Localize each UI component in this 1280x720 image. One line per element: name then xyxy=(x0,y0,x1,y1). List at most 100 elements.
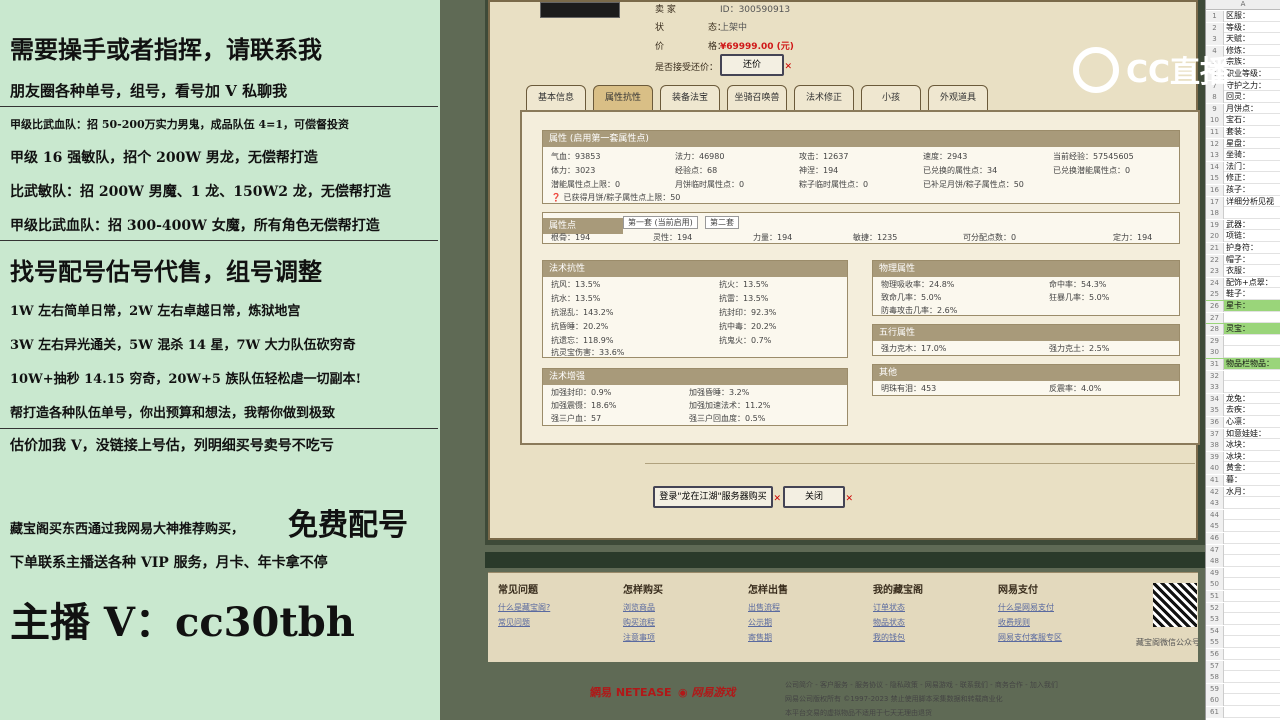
footer-link[interactable]: 物品状态 xyxy=(873,617,923,628)
table-row[interactable]: 59 xyxy=(1206,683,1280,695)
table-row[interactable]: 9 月饼点： xyxy=(1206,103,1280,115)
close-button[interactable]: 关闭 ✕ xyxy=(783,486,853,508)
row-cell[interactable]: 护身符： xyxy=(1224,243,1258,252)
footer-link[interactable]: 寄售期 xyxy=(748,632,788,643)
bargain-button[interactable]: 还价 ✕ xyxy=(720,54,792,76)
row-cell[interactable]: 鞋子： xyxy=(1224,289,1250,298)
table-row[interactable]: 50 xyxy=(1206,578,1280,591)
column-header[interactable]: A xyxy=(1206,0,1280,10)
row-cell[interactable] xyxy=(1224,521,1226,530)
row-cell[interactable] xyxy=(1224,649,1226,658)
table-row[interactable]: 2 等级： xyxy=(1206,22,1280,34)
row-cell[interactable]: 帽子： xyxy=(1224,255,1250,264)
row-cell[interactable] xyxy=(1224,626,1226,635)
row-cell[interactable]: 心凛： xyxy=(1224,417,1250,426)
table-row[interactable]: 24 配饰+点翠： xyxy=(1206,277,1280,289)
tab-basic[interactable]: 基本信息 xyxy=(526,85,586,111)
row-cell[interactable]: 冰块： xyxy=(1224,452,1250,461)
footer-link[interactable]: 购买流程 xyxy=(623,617,663,628)
table-row[interactable]: 25 鞋子： xyxy=(1206,288,1280,301)
table-row[interactable]: 38 冰块： xyxy=(1206,439,1280,452)
row-cell[interactable]: 月饼点： xyxy=(1224,104,1258,113)
row-cell[interactable]: 水月： xyxy=(1224,487,1250,496)
row-cell[interactable]: 衣服： xyxy=(1224,266,1250,275)
footer-link[interactable]: 我的钱包 xyxy=(873,632,923,643)
tab-magic[interactable]: 法术修正 xyxy=(794,85,854,111)
row-cell[interactable] xyxy=(1224,336,1226,345)
row-cell[interactable] xyxy=(1224,603,1226,612)
row-cell[interactable]: 星卡： xyxy=(1224,301,1250,310)
row-cell[interactable] xyxy=(1224,347,1226,356)
row-cell[interactable]: 物品栏物品： xyxy=(1224,359,1274,368)
table-row[interactable]: 46 xyxy=(1206,532,1280,544)
table-row[interactable]: 23 衣服： xyxy=(1206,265,1280,278)
table-row[interactable]: 44 xyxy=(1206,509,1280,521)
points-tab-first[interactable]: 第一套 (当前启用) xyxy=(623,216,698,229)
table-row[interactable]: 31 物品栏物品： xyxy=(1206,358,1280,370)
tab-mounts[interactable]: 坐骑召唤兽 xyxy=(727,85,787,111)
table-row[interactable]: 60 xyxy=(1206,694,1280,707)
table-row[interactable]: 48 xyxy=(1206,555,1280,568)
table-row[interactable]: 40 黄金： xyxy=(1206,462,1280,475)
footer-link[interactable]: 什么是藏宝阁? xyxy=(498,602,550,613)
table-row[interactable]: 34 龙兔： xyxy=(1206,393,1280,405)
table-row[interactable]: 27 xyxy=(1206,312,1280,324)
row-cell[interactable]: 龙兔： xyxy=(1224,394,1250,403)
row-cell[interactable] xyxy=(1224,498,1226,507)
footer-link[interactable]: 什么是网易支付 xyxy=(998,602,1062,613)
table-row[interactable]: 1 区服： xyxy=(1206,10,1280,22)
row-cell[interactable] xyxy=(1224,533,1226,542)
footer-link[interactable]: 出售流程 xyxy=(748,602,788,613)
row-cell[interactable]: 灵宝： xyxy=(1224,324,1250,333)
table-row[interactable]: 41 暮： xyxy=(1206,474,1280,486)
table-row[interactable]: 39 冰块： xyxy=(1206,451,1280,463)
row-cell[interactable] xyxy=(1224,684,1226,693)
row-cell[interactable] xyxy=(1224,208,1226,217)
buy-on-server-button[interactable]: 登录"龙在江湖"服务器购买 ✕ xyxy=(653,486,781,508)
table-row[interactable]: 12 星盘： xyxy=(1206,138,1280,150)
row-cell[interactable]: 如意娃娃： xyxy=(1224,429,1266,438)
row-cell[interactable] xyxy=(1224,614,1226,623)
row-cell[interactable] xyxy=(1224,661,1226,670)
tab-kids[interactable]: 小孩 xyxy=(861,85,921,111)
table-row[interactable]: 53 xyxy=(1206,613,1280,626)
table-row[interactable]: 20 项链： xyxy=(1206,230,1280,243)
table-row[interactable]: 45 xyxy=(1206,520,1280,533)
row-cell[interactable]: 武器： xyxy=(1224,220,1250,229)
table-row[interactable]: 54 xyxy=(1206,625,1280,637)
table-row[interactable]: 56 xyxy=(1206,648,1280,660)
row-cell[interactable] xyxy=(1224,382,1226,391)
row-cell[interactable] xyxy=(1224,313,1226,322)
table-row[interactable]: 26 星卡： xyxy=(1206,300,1280,312)
table-row[interactable]: 19 武器： xyxy=(1206,219,1280,231)
row-cell[interactable]: 区服： xyxy=(1224,11,1250,20)
footer-link[interactable]: 常见问题 xyxy=(498,617,550,628)
row-cell[interactable]: 孩子： xyxy=(1224,185,1250,194)
row-cell[interactable]: 法门： xyxy=(1224,162,1250,171)
footer-link[interactable]: 收费规则 xyxy=(998,617,1062,628)
row-cell[interactable] xyxy=(1224,695,1226,704)
points-tab-second[interactable]: 第二套 xyxy=(705,216,739,229)
table-row[interactable]: 42 水月： xyxy=(1206,486,1280,498)
table-row[interactable]: 17详细分析见视频 xyxy=(1206,196,1280,218)
row-cell[interactable] xyxy=(1224,510,1226,519)
row-cell[interactable]: 坐骑： xyxy=(1224,150,1250,159)
footer-link[interactable]: 浏览商品 xyxy=(623,602,663,613)
row-cell[interactable]: 等级： xyxy=(1224,23,1250,32)
table-row[interactable]: 21 护身符： xyxy=(1206,242,1280,254)
footer-link[interactable]: 公示期 xyxy=(748,617,788,628)
row-cell[interactable] xyxy=(1224,637,1226,646)
footer-links-line[interactable]: 公司简介 - 客户服务 - 服务协议 - 隐私政策 - 网易游戏 - 联系我们 … xyxy=(785,680,1185,690)
table-row[interactable]: 52 xyxy=(1206,602,1280,614)
table-row[interactable]: 36 心凛： xyxy=(1206,416,1280,428)
table-row[interactable]: 55 xyxy=(1206,636,1280,649)
row-cell[interactable]: 配饰+点翠： xyxy=(1224,278,1273,287)
table-row[interactable]: 32 xyxy=(1206,370,1280,382)
row-cell[interactable] xyxy=(1224,672,1226,681)
footer-link[interactable]: 注意事项 xyxy=(623,632,663,643)
table-row[interactable]: 15 修正： xyxy=(1206,172,1280,185)
row-cell[interactable]: 暮： xyxy=(1224,475,1242,484)
row-cell[interactable]: 星盘： xyxy=(1224,139,1250,148)
table-row[interactable]: 28 灵宝： xyxy=(1206,323,1280,336)
row-cell[interactable] xyxy=(1224,707,1226,716)
